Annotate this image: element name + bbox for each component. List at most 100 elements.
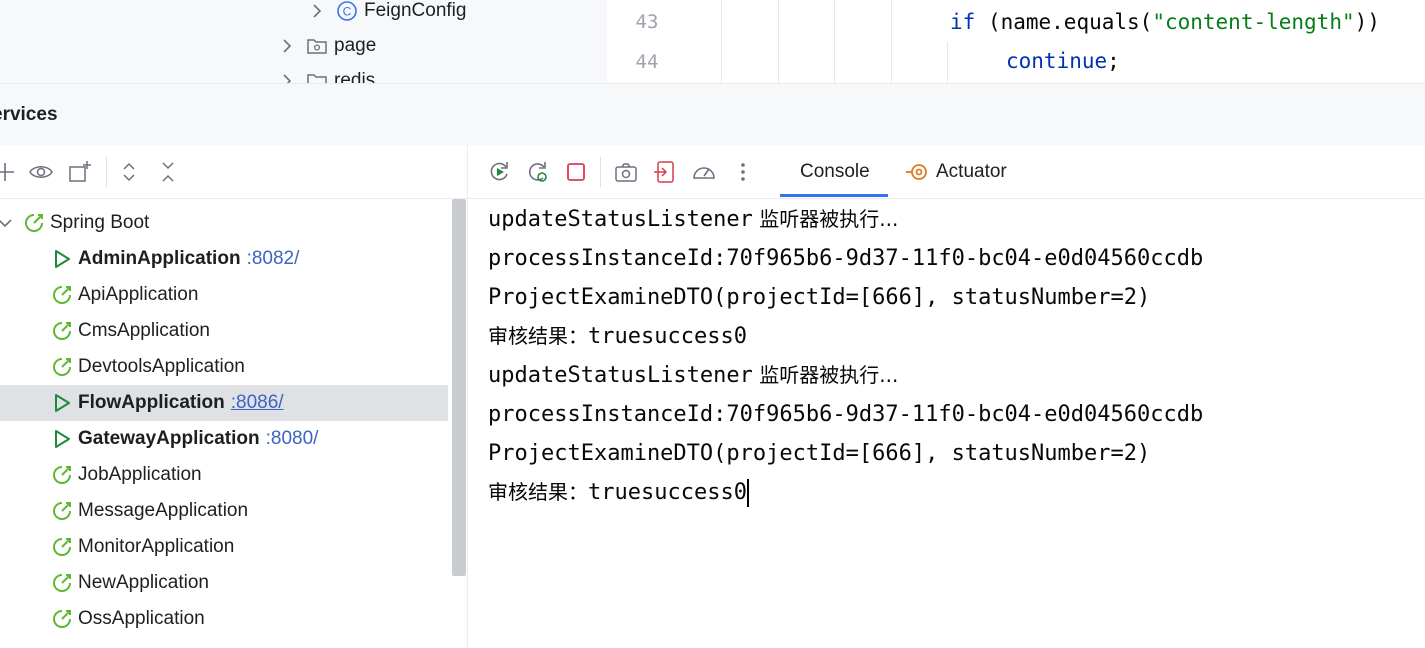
service-name: GatewayApplication :8080/ — [78, 428, 318, 450]
code-line-44: continue; — [1006, 49, 1120, 73]
service-row[interactable]: MonitorApplication — [0, 529, 448, 565]
service-name: MonitorApplication — [78, 536, 234, 558]
spring-boot-icon — [49, 570, 75, 596]
tool-window-title: ervices — [0, 104, 58, 125]
tab-label: Actuator — [936, 160, 1007, 182]
console-output[interactable]: updateStatusListener 监听器被执行... processIns… — [468, 199, 1425, 648]
console-text: ProjectExamineDTO(projectId=[666], statu… — [488, 441, 1151, 466]
console-line: ProjectExamineDTO(projectId=[666], statu… — [488, 278, 1150, 317]
stop-icon[interactable] — [563, 159, 589, 185]
chevron-down-icon[interactable] — [0, 210, 18, 236]
tree-item-label: redis — [334, 70, 376, 83]
active-tab-indicator — [780, 194, 888, 197]
console-text: updateStatusListener — [488, 207, 753, 232]
console-text: updateStatusListener — [488, 363, 753, 388]
services-tree: Spring Boot AdminApplication :8082/ApiApp… — [0, 199, 467, 648]
spring-boot-icon — [49, 534, 75, 560]
dashboard-icon[interactable] — [691, 159, 717, 185]
tree-item-redis[interactable]: redis — [276, 64, 375, 83]
services-toolbar — [0, 145, 467, 199]
scrollbar[interactable] — [452, 199, 466, 576]
service-name: OssApplication — [78, 608, 205, 630]
service-port-link[interactable]: :8080/ — [266, 428, 319, 449]
service-label: JobApplication — [78, 464, 202, 485]
service-label: GatewayApplication — [78, 428, 260, 449]
console-line: ProjectExamineDTO(projectId=[666], statu… — [488, 434, 1150, 473]
console-line: 审核结果：truesuccess0 — [488, 317, 747, 356]
code-text: )) — [1354, 10, 1380, 34]
tree-group-spring-boot[interactable]: Spring Boot — [0, 205, 448, 241]
service-row[interactable]: DevtoolsApplication — [0, 349, 448, 385]
service-label: FlowApplication — [78, 392, 225, 413]
toolbar-separator — [600, 157, 601, 187]
chevron-right-icon[interactable] — [276, 70, 298, 83]
service-label: MonitorApplication — [78, 536, 235, 557]
line-number: 44 — [635, 51, 659, 73]
console-line: updateStatusListener 监听器被执行... — [488, 356, 898, 395]
tab-console[interactable]: Console — [800, 145, 870, 198]
chevron-right-icon[interactable] — [276, 35, 298, 57]
service-name: AdminApplication :8082/ — [78, 248, 299, 270]
expand-all-icon[interactable] — [116, 159, 142, 185]
service-row[interactable]: ApiApplication — [0, 277, 448, 313]
rerun-debug-icon[interactable] — [524, 159, 550, 185]
service-label: AdminApplication — [78, 248, 241, 269]
service-row[interactable]: JobApplication — [0, 457, 448, 493]
actuator-icon — [904, 159, 930, 185]
top-strip: C FeignConfig page redis 43 44 if (name.… — [0, 0, 1425, 83]
rerun-icon[interactable] — [486, 159, 512, 185]
more-icon[interactable] — [730, 159, 756, 185]
service-row[interactable]: CmsApplication — [0, 313, 448, 349]
tree-item-label: FeignConfig — [364, 0, 467, 21]
service-row[interactable]: AdminApplication :8082/ — [0, 241, 448, 277]
code-string: "content-length" — [1152, 10, 1355, 34]
exit-icon[interactable] — [652, 159, 678, 185]
tab-actuator[interactable]: Actuator — [904, 145, 1007, 198]
spring-boot-icon — [49, 498, 75, 524]
service-label: CmsApplication — [78, 320, 210, 341]
collapse-all-icon[interactable] — [155, 159, 181, 185]
new-service-icon[interactable] — [67, 159, 93, 185]
eye-icon[interactable] — [28, 159, 54, 185]
spring-boot-icon — [21, 210, 47, 236]
console-text: processInstanceId:70f965b6-9d37-11f0-bc0… — [488, 246, 1204, 271]
run-icon — [49, 426, 75, 452]
service-name: NewApplication — [78, 572, 209, 594]
console-line: updateStatusListener 监听器被执行... — [488, 200, 898, 239]
console-text-cjk: 监听器被执行... — [752, 363, 899, 387]
spring-boot-icon — [49, 354, 75, 380]
service-row[interactable]: OssApplication — [0, 601, 448, 637]
service-row[interactable]: NewApplication — [0, 565, 448, 601]
service-name: CmsApplication — [78, 320, 210, 342]
tree-item-page[interactable]: page — [276, 29, 376, 63]
service-name: JobApplication — [78, 464, 202, 486]
run-icon — [49, 246, 75, 272]
code-text: (name.equals( — [975, 10, 1153, 34]
service-label: DevtoolsApplication — [78, 356, 245, 377]
screenshot-icon[interactable] — [613, 159, 639, 185]
code-keyword: if — [950, 10, 976, 34]
service-port-link[interactable]: :8086/ — [231, 392, 284, 413]
service-name: FlowApplication :8086/ — [78, 392, 284, 414]
run-toolbar: Console Actuator — [468, 145, 1425, 199]
service-label: MessageApplication — [78, 500, 249, 521]
spring-boot-icon — [49, 462, 75, 488]
service-row[interactable]: FlowApplication :8086/ — [0, 385, 448, 421]
service-label: NewApplication — [78, 572, 209, 593]
console-line: 审核结果：truesuccess0 — [488, 473, 749, 512]
service-row[interactable]: MessageApplication — [0, 493, 448, 529]
tree-group-label: Spring Boot — [50, 212, 150, 233]
project-tree: C FeignConfig page redis — [0, 0, 589, 83]
code-line-43: if (name.equals("content-length")) — [950, 10, 1380, 34]
services-tool-window-header: ervices — [0, 84, 1425, 145]
indent-guide — [891, 0, 892, 83]
tree-item-feignconfig[interactable]: C FeignConfig — [306, 0, 466, 28]
splitter[interactable] — [589, 0, 607, 83]
add-icon[interactable] — [0, 159, 18, 185]
chevron-right-icon[interactable] — [306, 0, 328, 22]
code-editor[interactable]: 43 44 if (name.equals("content-length"))… — [607, 0, 1425, 83]
console-text: truesuccess0 — [588, 480, 747, 505]
service-port-link[interactable]: :8082/ — [247, 248, 300, 269]
service-name: ApiApplication — [78, 284, 198, 306]
service-row[interactable]: GatewayApplication :8080/ — [0, 421, 448, 457]
